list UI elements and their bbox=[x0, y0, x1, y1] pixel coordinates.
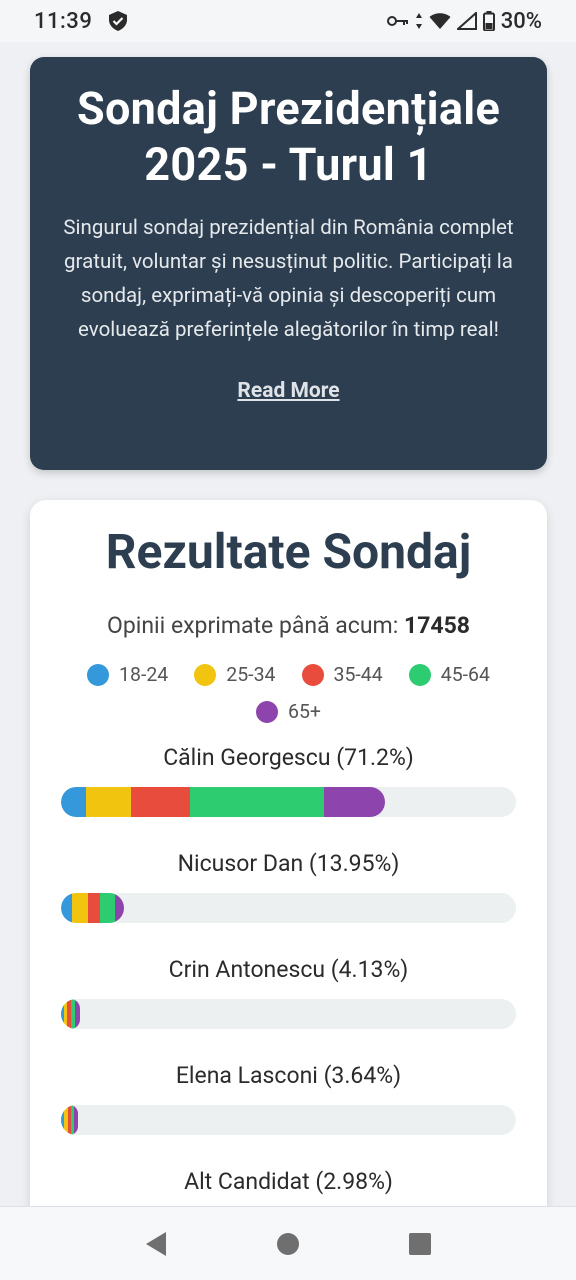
data-arrows-icon bbox=[415, 13, 422, 29]
home-circle-icon bbox=[277, 1232, 299, 1255]
back-button[interactable] bbox=[136, 1224, 176, 1264]
recents-square-icon bbox=[409, 1232, 431, 1255]
vpn-key-icon bbox=[386, 16, 408, 26]
candidate-name: Nicusor Dan (13.95%) bbox=[177, 850, 400, 877]
legend-dot bbox=[87, 663, 110, 686]
status-bar: 11:39 30% bbox=[0, 0, 576, 42]
home-button[interactable] bbox=[268, 1224, 308, 1264]
result-bar-track bbox=[61, 787, 516, 817]
bar-segment-25-34 bbox=[85, 787, 132, 817]
opinions-count-label: Opinii exprimate până acum: bbox=[107, 612, 399, 639]
legend-label: 65+ bbox=[288, 700, 321, 723]
hero-description: Singurul sondaj prezidențial din România… bbox=[63, 216, 514, 342]
candidate-name: Alt Candidat (2.98%) bbox=[184, 1168, 393, 1195]
legend-dot bbox=[194, 663, 217, 686]
legend-label: 45-64 bbox=[440, 663, 490, 686]
legend-label: 18-24 bbox=[119, 663, 169, 686]
age-legend: 18-24 25-34 35-44 45-64 65+ bbox=[79, 663, 499, 723]
legend-label: 35-44 bbox=[333, 663, 383, 686]
results-title: Rezultate Sondaj bbox=[105, 523, 472, 580]
result-bar-fill bbox=[61, 893, 125, 923]
bar-segment-65-plus bbox=[323, 787, 385, 817]
back-triangle-icon bbox=[146, 1231, 166, 1256]
opinions-count-value: 17458 bbox=[404, 612, 470, 639]
wifi-icon bbox=[429, 13, 451, 29]
hero-card: Sondaj Prezidențiale 2025 - Turul 1 Sing… bbox=[30, 57, 547, 470]
system-nav-bar bbox=[0, 1206, 576, 1280]
read-more-link[interactable]: Read More bbox=[237, 379, 339, 403]
legend-item-18-24: 18-24 bbox=[87, 663, 168, 686]
candidate-row: Nicusor Dan (13.95%) bbox=[30, 849, 547, 955]
result-bar-track bbox=[61, 893, 516, 923]
notification-shield-icon bbox=[109, 11, 128, 31]
candidate-row: Crin Antonescu (4.13%) bbox=[30, 955, 547, 1061]
battery-icon bbox=[482, 11, 495, 31]
bar-segment-45-64 bbox=[190, 787, 324, 817]
legend-label: 25-34 bbox=[226, 663, 276, 686]
result-bar-fill bbox=[61, 787, 385, 817]
legend-item-25-34: 25-34 bbox=[194, 663, 276, 686]
bar-segment-25-34 bbox=[71, 893, 89, 923]
candidate-row: Călin Georgescu (71.2%) bbox=[30, 743, 547, 849]
recents-button[interactable] bbox=[400, 1224, 440, 1264]
status-time: 11:39 bbox=[34, 8, 93, 34]
candidate-row: Elena Lasconi (3.64%) bbox=[30, 1061, 547, 1167]
legend-dot bbox=[301, 663, 324, 686]
bar-segment-65-plus bbox=[74, 1105, 78, 1135]
cell-signal-icon bbox=[456, 12, 477, 30]
legend-item-45-64: 45-64 bbox=[408, 663, 490, 686]
bar-segment-35-44 bbox=[88, 893, 101, 923]
legend-item-35-44: 35-44 bbox=[301, 663, 383, 686]
legend-item-65-plus: 65+ bbox=[256, 700, 321, 723]
result-bar-fill bbox=[61, 999, 80, 1029]
result-bar-fill bbox=[61, 1105, 78, 1135]
bar-segment-65-plus bbox=[114, 893, 125, 923]
bar-segment-18-24 bbox=[61, 787, 86, 817]
opinions-count: Opinii exprimate până acum: 17458 bbox=[30, 612, 547, 639]
bar-segment-35-44 bbox=[131, 787, 191, 817]
bar-segment-65-plus bbox=[75, 999, 80, 1029]
result-bar-track bbox=[61, 1105, 516, 1135]
results-card: Rezultate Sondaj Opinii exprimate până a… bbox=[30, 500, 547, 1260]
bar-segment-18-24 bbox=[61, 893, 72, 923]
candidate-name: Elena Lasconi (3.64%) bbox=[175, 1062, 402, 1089]
legend-dot bbox=[408, 663, 431, 686]
candidate-name: Crin Antonescu (4.13%) bbox=[168, 956, 409, 983]
candidate-name: Călin Georgescu (71.2%) bbox=[163, 744, 414, 771]
page-title: Sondaj Prezidențiale 2025 - Turul 1 bbox=[76, 82, 501, 191]
bar-segment-45-64 bbox=[100, 893, 115, 923]
candidate-list: Călin Georgescu (71.2%) Nicusor Dan (13.… bbox=[30, 743, 547, 1273]
battery-percent: 30% bbox=[500, 8, 542, 34]
legend-dot bbox=[256, 700, 278, 723]
result-bar-track bbox=[61, 999, 516, 1029]
